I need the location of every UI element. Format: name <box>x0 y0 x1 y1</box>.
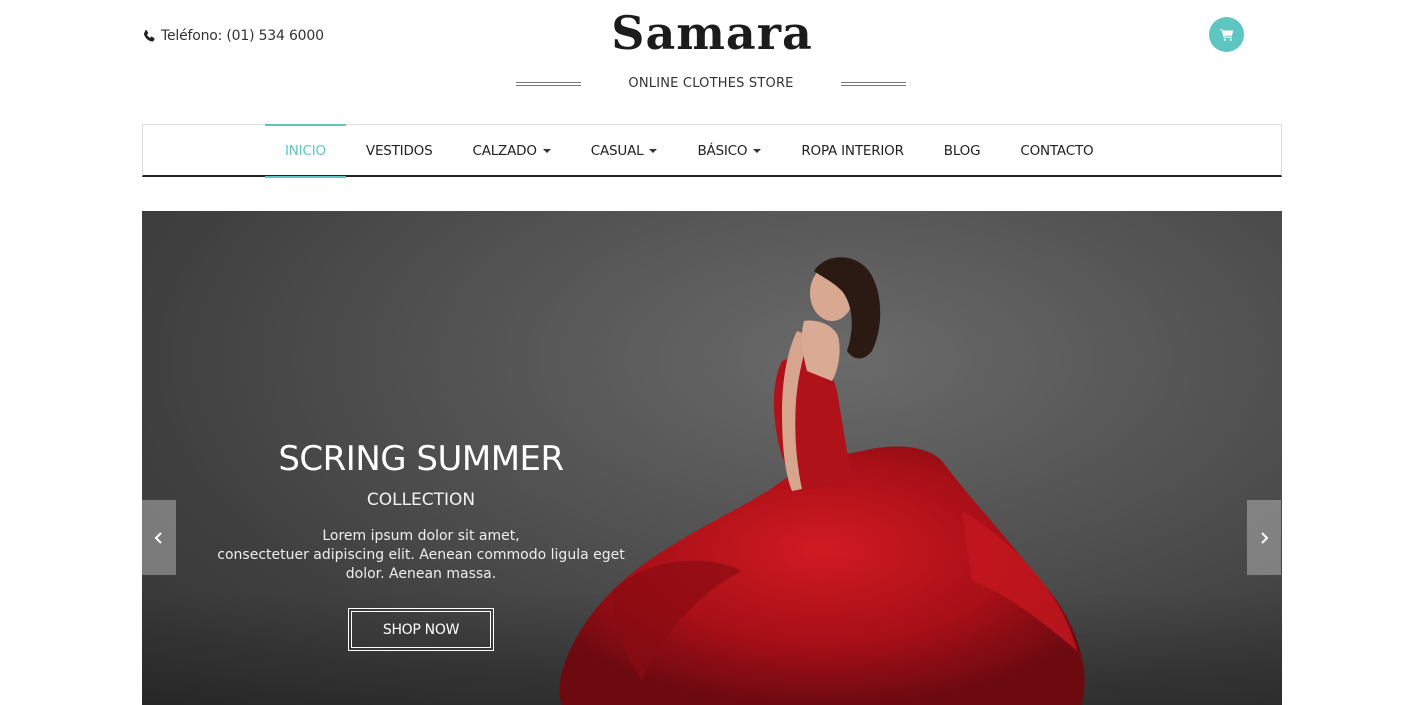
tagline-row: ONLINE CLOTHES STORE <box>516 76 906 91</box>
shop-now-button[interactable]: SHOP NOW <box>348 608 494 651</box>
shop-now-label: SHOP NOW <box>351 611 491 648</box>
nav-item-blog[interactable]: BLOG <box>924 125 1001 176</box>
tagline: ONLINE CLOTHES STORE <box>628 76 794 91</box>
slider-prev-button[interactable] <box>142 500 176 575</box>
chevron-right-icon <box>1261 531 1269 544</box>
hero-description-line: dolor. Aenean massa. <box>345 566 497 582</box>
nav-item-casual[interactable]: CASUAL <box>571 125 678 176</box>
nav-item-vestidos[interactable]: VESTIDOS <box>346 125 453 176</box>
nav-item-calzado[interactable]: CALZADO <box>452 125 570 176</box>
nav-item-label: INICIO <box>285 142 326 159</box>
nav-item-contacto[interactable]: CONTACTO <box>1000 125 1113 176</box>
nav-item-ropa-interior[interactable]: ROPA INTERIOR <box>781 125 923 176</box>
caret-down-icon <box>649 148 658 153</box>
hero-description-line: consectetuer adipiscing elit. Aenean com… <box>217 547 625 563</box>
tagline-left-rule <box>516 81 581 86</box>
nav-item-inicio[interactable]: INICIO <box>265 124 346 178</box>
phone-text: Teléfono: (01) 534 6000 <box>161 28 324 44</box>
site-logo[interactable]: Samara <box>560 6 864 60</box>
main-nav: INICIO VESTIDOS CALZADO CASUAL BÁSICO RO… <box>142 124 1282 178</box>
caret-down-icon <box>542 148 551 153</box>
nav-item-label: ROPA INTERIOR <box>801 142 904 159</box>
nav-list: INICIO VESTIDOS CALZADO CASUAL BÁSICO RO… <box>265 124 1113 178</box>
nav-item-label: CALZADO <box>472 142 537 159</box>
slider-next-button[interactable] <box>1247 500 1281 575</box>
tagline-right-rule <box>841 81 906 86</box>
nav-item-label: BÁSICO <box>697 142 748 159</box>
hero-description: Lorem ipsum dolor sit amet, consectetuer… <box>202 527 640 584</box>
shopping-cart-icon <box>1219 29 1233 41</box>
chevron-left-icon <box>154 531 162 544</box>
nav-item-basico[interactable]: BÁSICO <box>677 125 781 176</box>
nav-item-label: CASUAL <box>590 142 644 159</box>
hero-title: SCRING SUMMER <box>278 439 564 479</box>
hero-subtitle: COLLECTION <box>366 490 476 510</box>
nav-item-label: BLOG <box>943 142 981 159</box>
phone-icon <box>143 29 155 41</box>
caret-down-icon <box>753 148 762 153</box>
hero-slider: SCRING SUMMER COLLECTION Lorem ipsum dol… <box>142 211 1282 705</box>
nav-item-label: VESTIDOS <box>365 142 433 159</box>
hero-description-line: Lorem ipsum dolor sit amet, <box>322 528 520 544</box>
nav-item-label: CONTACTO <box>1020 142 1094 159</box>
cart-button[interactable] <box>1209 17 1244 52</box>
phone-number: Teléfono: (01) 534 6000 <box>142 28 324 44</box>
